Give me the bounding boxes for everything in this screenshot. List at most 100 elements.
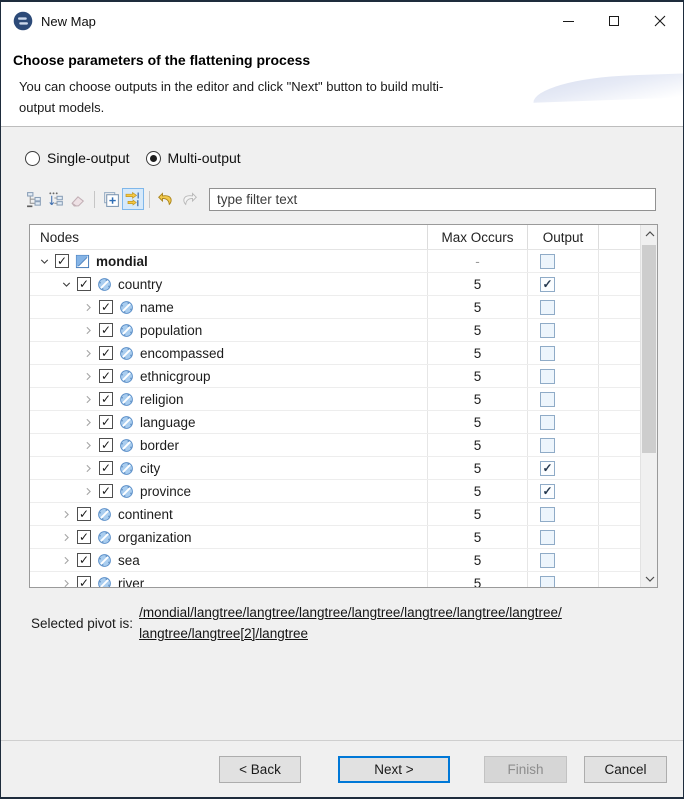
node-checkbox[interactable]: ✓: [99, 415, 113, 429]
chevron-right-icon[interactable]: [80, 437, 96, 453]
table-row[interactable]: ✓language5: [30, 411, 640, 434]
node-checkbox[interactable]: ✓: [77, 277, 91, 291]
output-checkbox[interactable]: [540, 576, 555, 588]
max-occurs-value: 5: [427, 342, 527, 364]
node-checkbox[interactable]: ✓: [55, 254, 69, 268]
chevron-right-icon[interactable]: [58, 506, 74, 522]
table-row[interactable]: ✓border5: [30, 434, 640, 457]
element-icon: [97, 506, 113, 522]
radio-icon-selected[interactable]: [146, 151, 161, 166]
pivot-link[interactable]: /mondial/langtree/langtree/langtree/lang…: [139, 603, 607, 645]
element-icon: [119, 322, 135, 338]
filler-cell: [598, 480, 640, 502]
filler-cell: [598, 250, 640, 272]
pivot-label: Selected pivot is:: [31, 616, 133, 631]
chevron-right-icon[interactable]: [58, 575, 74, 587]
cancel-button[interactable]: Cancel: [584, 756, 667, 783]
radio-single-output[interactable]: Single-output: [25, 150, 130, 166]
filter-input[interactable]: [209, 188, 656, 211]
radio-multi-output[interactable]: Multi-output: [146, 150, 241, 166]
collapse-all-icon[interactable]: [23, 188, 45, 210]
vertical-scrollbar[interactable]: [640, 225, 657, 587]
table-row[interactable]: ✓mondial-: [30, 250, 640, 273]
node-checkbox[interactable]: ✓: [77, 553, 91, 567]
filler-cell: [598, 457, 640, 479]
output-checkbox[interactable]: [540, 300, 555, 315]
output-checkbox[interactable]: ✓: [540, 484, 555, 499]
next-button[interactable]: Next >: [338, 756, 450, 783]
chevron-right-icon[interactable]: [58, 552, 74, 568]
minimize-icon[interactable]: [545, 2, 591, 40]
node-checkbox[interactable]: ✓: [99, 392, 113, 406]
output-checkbox[interactable]: [540, 530, 555, 545]
table-row[interactable]: ✓river5: [30, 572, 640, 587]
table-row[interactable]: ✓organization5: [30, 526, 640, 549]
table-row[interactable]: ✓sea5: [30, 549, 640, 572]
expand-node-icon[interactable]: [100, 188, 122, 210]
output-checkbox[interactable]: [540, 415, 555, 430]
output-checkbox[interactable]: ✓: [540, 461, 555, 476]
node-checkbox[interactable]: ✓: [99, 323, 113, 337]
output-checkbox[interactable]: [540, 553, 555, 568]
chevron-right-icon[interactable]: [80, 322, 96, 338]
chevron-right-icon[interactable]: [80, 414, 96, 430]
table-row[interactable]: ✓city5✓: [30, 457, 640, 480]
output-checkbox[interactable]: ✓: [540, 277, 555, 292]
output-cell: [527, 365, 598, 387]
table-row[interactable]: ✓name5: [30, 296, 640, 319]
output-checkbox[interactable]: [540, 507, 555, 522]
output-checkbox[interactable]: [540, 438, 555, 453]
output-checkbox[interactable]: [540, 254, 555, 269]
chevron-right-icon[interactable]: [80, 345, 96, 361]
titlebar: New Map: [1, 2, 683, 40]
output-checkbox[interactable]: [540, 369, 555, 384]
chevron-right-icon[interactable]: [80, 460, 96, 476]
chevron-right-icon[interactable]: [58, 529, 74, 545]
element-icon: [119, 460, 135, 476]
node-checkbox[interactable]: ✓: [77, 576, 91, 587]
node-checkbox[interactable]: ✓: [99, 438, 113, 452]
chevron-right-icon[interactable]: [80, 483, 96, 499]
chevron-down-icon[interactable]: [58, 276, 74, 292]
node-checkbox[interactable]: ✓: [99, 484, 113, 498]
table-row[interactable]: ✓ethnicgroup5: [30, 365, 640, 388]
scroll-up-icon[interactable]: [641, 225, 658, 242]
maximize-icon[interactable]: [591, 2, 637, 40]
chevron-right-icon[interactable]: [80, 391, 96, 407]
scroll-down-icon[interactable]: [641, 570, 658, 587]
table-row[interactable]: ✓religion5: [30, 388, 640, 411]
output-checkbox[interactable]: [540, 392, 555, 407]
undo-icon[interactable]: [155, 188, 177, 210]
output-checkbox[interactable]: [540, 346, 555, 361]
close-icon[interactable]: [637, 2, 683, 40]
node-checkbox[interactable]: ✓: [77, 507, 91, 521]
table-row[interactable]: ✓population5: [30, 319, 640, 342]
node-label: religion: [140, 392, 184, 407]
node-checkbox[interactable]: ✓: [99, 346, 113, 360]
output-cell: [527, 250, 598, 272]
column-header-nodes[interactable]: Nodes: [30, 230, 427, 245]
table-row[interactable]: ✓encompassed5: [30, 342, 640, 365]
output-cell: [527, 434, 598, 456]
radio-icon[interactable]: [25, 151, 40, 166]
table-row[interactable]: ✓continent5: [30, 503, 640, 526]
expand-levels-icon[interactable]: [45, 188, 67, 210]
chevron-right-icon[interactable]: [80, 368, 96, 384]
scrollbar-thumb[interactable]: [642, 245, 656, 453]
table-row[interactable]: ✓province5✓: [30, 480, 640, 503]
column-header-max-occurs[interactable]: Max Occurs: [427, 225, 527, 249]
flatten-columns-icon[interactable]: [122, 188, 144, 210]
table-rows: ✓mondial-✓country5✓✓name5✓population5✓en…: [30, 250, 640, 587]
chevron-down-icon[interactable]: [36, 253, 52, 269]
back-button[interactable]: < Back: [219, 756, 301, 783]
node-checkbox[interactable]: ✓: [99, 461, 113, 475]
element-icon: [119, 368, 135, 384]
output-checkbox[interactable]: [540, 323, 555, 338]
node-checkbox[interactable]: ✓: [99, 369, 113, 383]
chevron-right-icon[interactable]: [80, 299, 96, 315]
node-checkbox[interactable]: ✓: [99, 300, 113, 314]
table-row[interactable]: ✓country5✓: [30, 273, 640, 296]
column-header-output[interactable]: Output: [527, 225, 598, 249]
node-label: ethnicgroup: [140, 369, 211, 384]
node-checkbox[interactable]: ✓: [77, 530, 91, 544]
